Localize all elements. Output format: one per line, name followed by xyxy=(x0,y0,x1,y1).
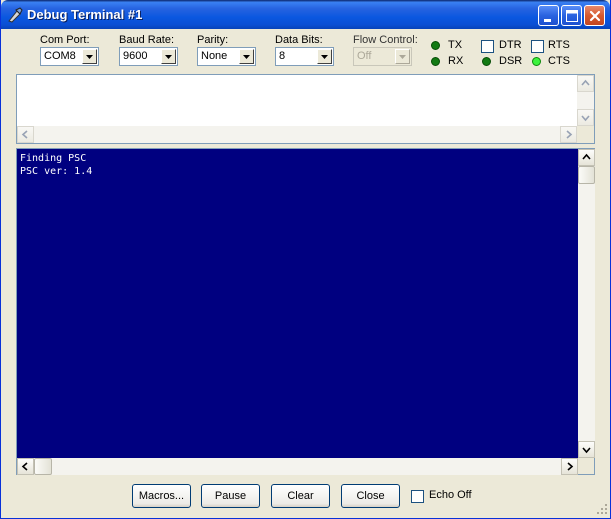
dropdown-arrow-icon[interactable] xyxy=(239,49,254,64)
dsr-label: DSR xyxy=(499,55,523,67)
maximize-icon xyxy=(566,10,578,22)
scroll-left-icon xyxy=(21,462,28,471)
transmit-horizontal-scrollbar[interactable] xyxy=(17,126,577,143)
scroll-up-icon xyxy=(582,153,591,160)
dropdown-arrow-icon[interactable] xyxy=(82,49,97,64)
scroll-right-button[interactable] xyxy=(560,126,577,143)
rts-label: RTS xyxy=(548,39,570,51)
echo-off-checkbox[interactable] xyxy=(411,490,424,503)
scroll-down-icon xyxy=(581,115,590,122)
scroll-right-icon xyxy=(566,130,573,139)
pause-button[interactable]: Pause xyxy=(201,484,260,508)
com-port-select[interactable]: COM8 xyxy=(40,47,99,66)
parity-value: None xyxy=(201,50,228,62)
output-line: PSC ver: 1.4 xyxy=(20,166,93,177)
com-port-value: COM8 xyxy=(44,50,76,62)
scrollbar-corner xyxy=(577,126,594,143)
data-bits-value: 8 xyxy=(279,50,286,62)
data-bits-select[interactable]: 8 xyxy=(275,47,334,66)
scroll-left-button[interactable] xyxy=(17,458,34,475)
scrollbar-corner xyxy=(578,458,594,474)
receive-horizontal-scrollbar[interactable] xyxy=(17,458,578,475)
flow-control-select[interactable]: Off xyxy=(353,47,412,66)
dropdown-arrow-icon[interactable] xyxy=(161,49,176,64)
receive-pane: Finding PSC PSC ver: 1.4 xyxy=(16,148,595,475)
scroll-up-button[interactable] xyxy=(577,75,594,92)
close-window-button[interactable] xyxy=(584,5,605,26)
dsr-led-icon xyxy=(482,57,491,66)
receive-vertical-scrollbar[interactable] xyxy=(578,149,595,458)
clear-button[interactable]: Clear xyxy=(271,484,330,508)
dtr-checkbox[interactable] xyxy=(481,40,494,53)
dropdown-arrow-icon[interactable] xyxy=(317,49,332,64)
transmit-text-area[interactable] xyxy=(17,75,577,126)
cts-led-icon xyxy=(532,57,541,66)
resize-grip-icon[interactable] xyxy=(596,503,609,516)
scroll-left-icon xyxy=(21,130,28,139)
scroll-right-button[interactable] xyxy=(561,458,578,475)
close-icon xyxy=(589,10,601,22)
tx-label: TX xyxy=(448,39,463,51)
debug-terminal-window: Debug Terminal #1 Com Port: COM8 Baud Ra… xyxy=(0,0,611,519)
transmit-pane[interactable] xyxy=(16,74,595,144)
vertical-scroll-thumb[interactable] xyxy=(578,166,595,184)
close-button[interactable]: Close xyxy=(341,484,400,508)
maximize-button[interactable] xyxy=(561,5,582,26)
output-line: Finding PSC xyxy=(20,153,87,164)
flow-control-value: Off xyxy=(357,50,372,62)
macros-button[interactable]: Macros... xyxy=(132,484,191,508)
parity-select[interactable]: None xyxy=(197,47,256,66)
echo-off-label: Echo Off xyxy=(429,489,472,501)
scroll-down-button[interactable] xyxy=(577,109,594,126)
baud-rate-value: 9600 xyxy=(123,50,148,62)
dtr-label: DTR xyxy=(499,39,522,51)
parity-label: Parity: xyxy=(197,34,229,46)
title-bar[interactable]: Debug Terminal #1 xyxy=(1,0,610,29)
com-port-label: Com Port: xyxy=(40,34,90,46)
dropdown-arrow-icon[interactable] xyxy=(395,49,410,64)
tx-led-icon xyxy=(431,41,440,50)
flow-control-label: Flow Control: xyxy=(353,34,418,46)
app-icon xyxy=(8,7,23,23)
receive-text-area[interactable]: Finding PSC PSC ver: 1.4 xyxy=(17,149,578,458)
minimize-button[interactable] xyxy=(538,5,559,26)
scroll-up-icon xyxy=(581,79,590,86)
rx-label: RX xyxy=(448,55,464,67)
minimize-icon xyxy=(544,19,551,22)
scroll-left-button[interactable] xyxy=(17,126,34,143)
horizontal-scroll-thumb[interactable] xyxy=(34,458,52,475)
scroll-down-icon xyxy=(582,447,591,454)
baud-rate-label: Baud Rate: xyxy=(119,34,175,46)
data-bits-label: Data Bits: xyxy=(275,34,323,46)
scroll-up-button[interactable] xyxy=(578,149,595,166)
rts-checkbox[interactable] xyxy=(531,40,544,53)
scroll-down-button[interactable] xyxy=(578,441,595,458)
rx-led-icon xyxy=(431,57,440,66)
transmit-vertical-scrollbar[interactable] xyxy=(577,75,594,126)
scroll-right-icon xyxy=(567,462,574,471)
baud-rate-select[interactable]: 9600 xyxy=(119,47,178,66)
cts-label: CTS xyxy=(548,55,570,67)
window-title: Debug Terminal #1 xyxy=(27,7,143,22)
